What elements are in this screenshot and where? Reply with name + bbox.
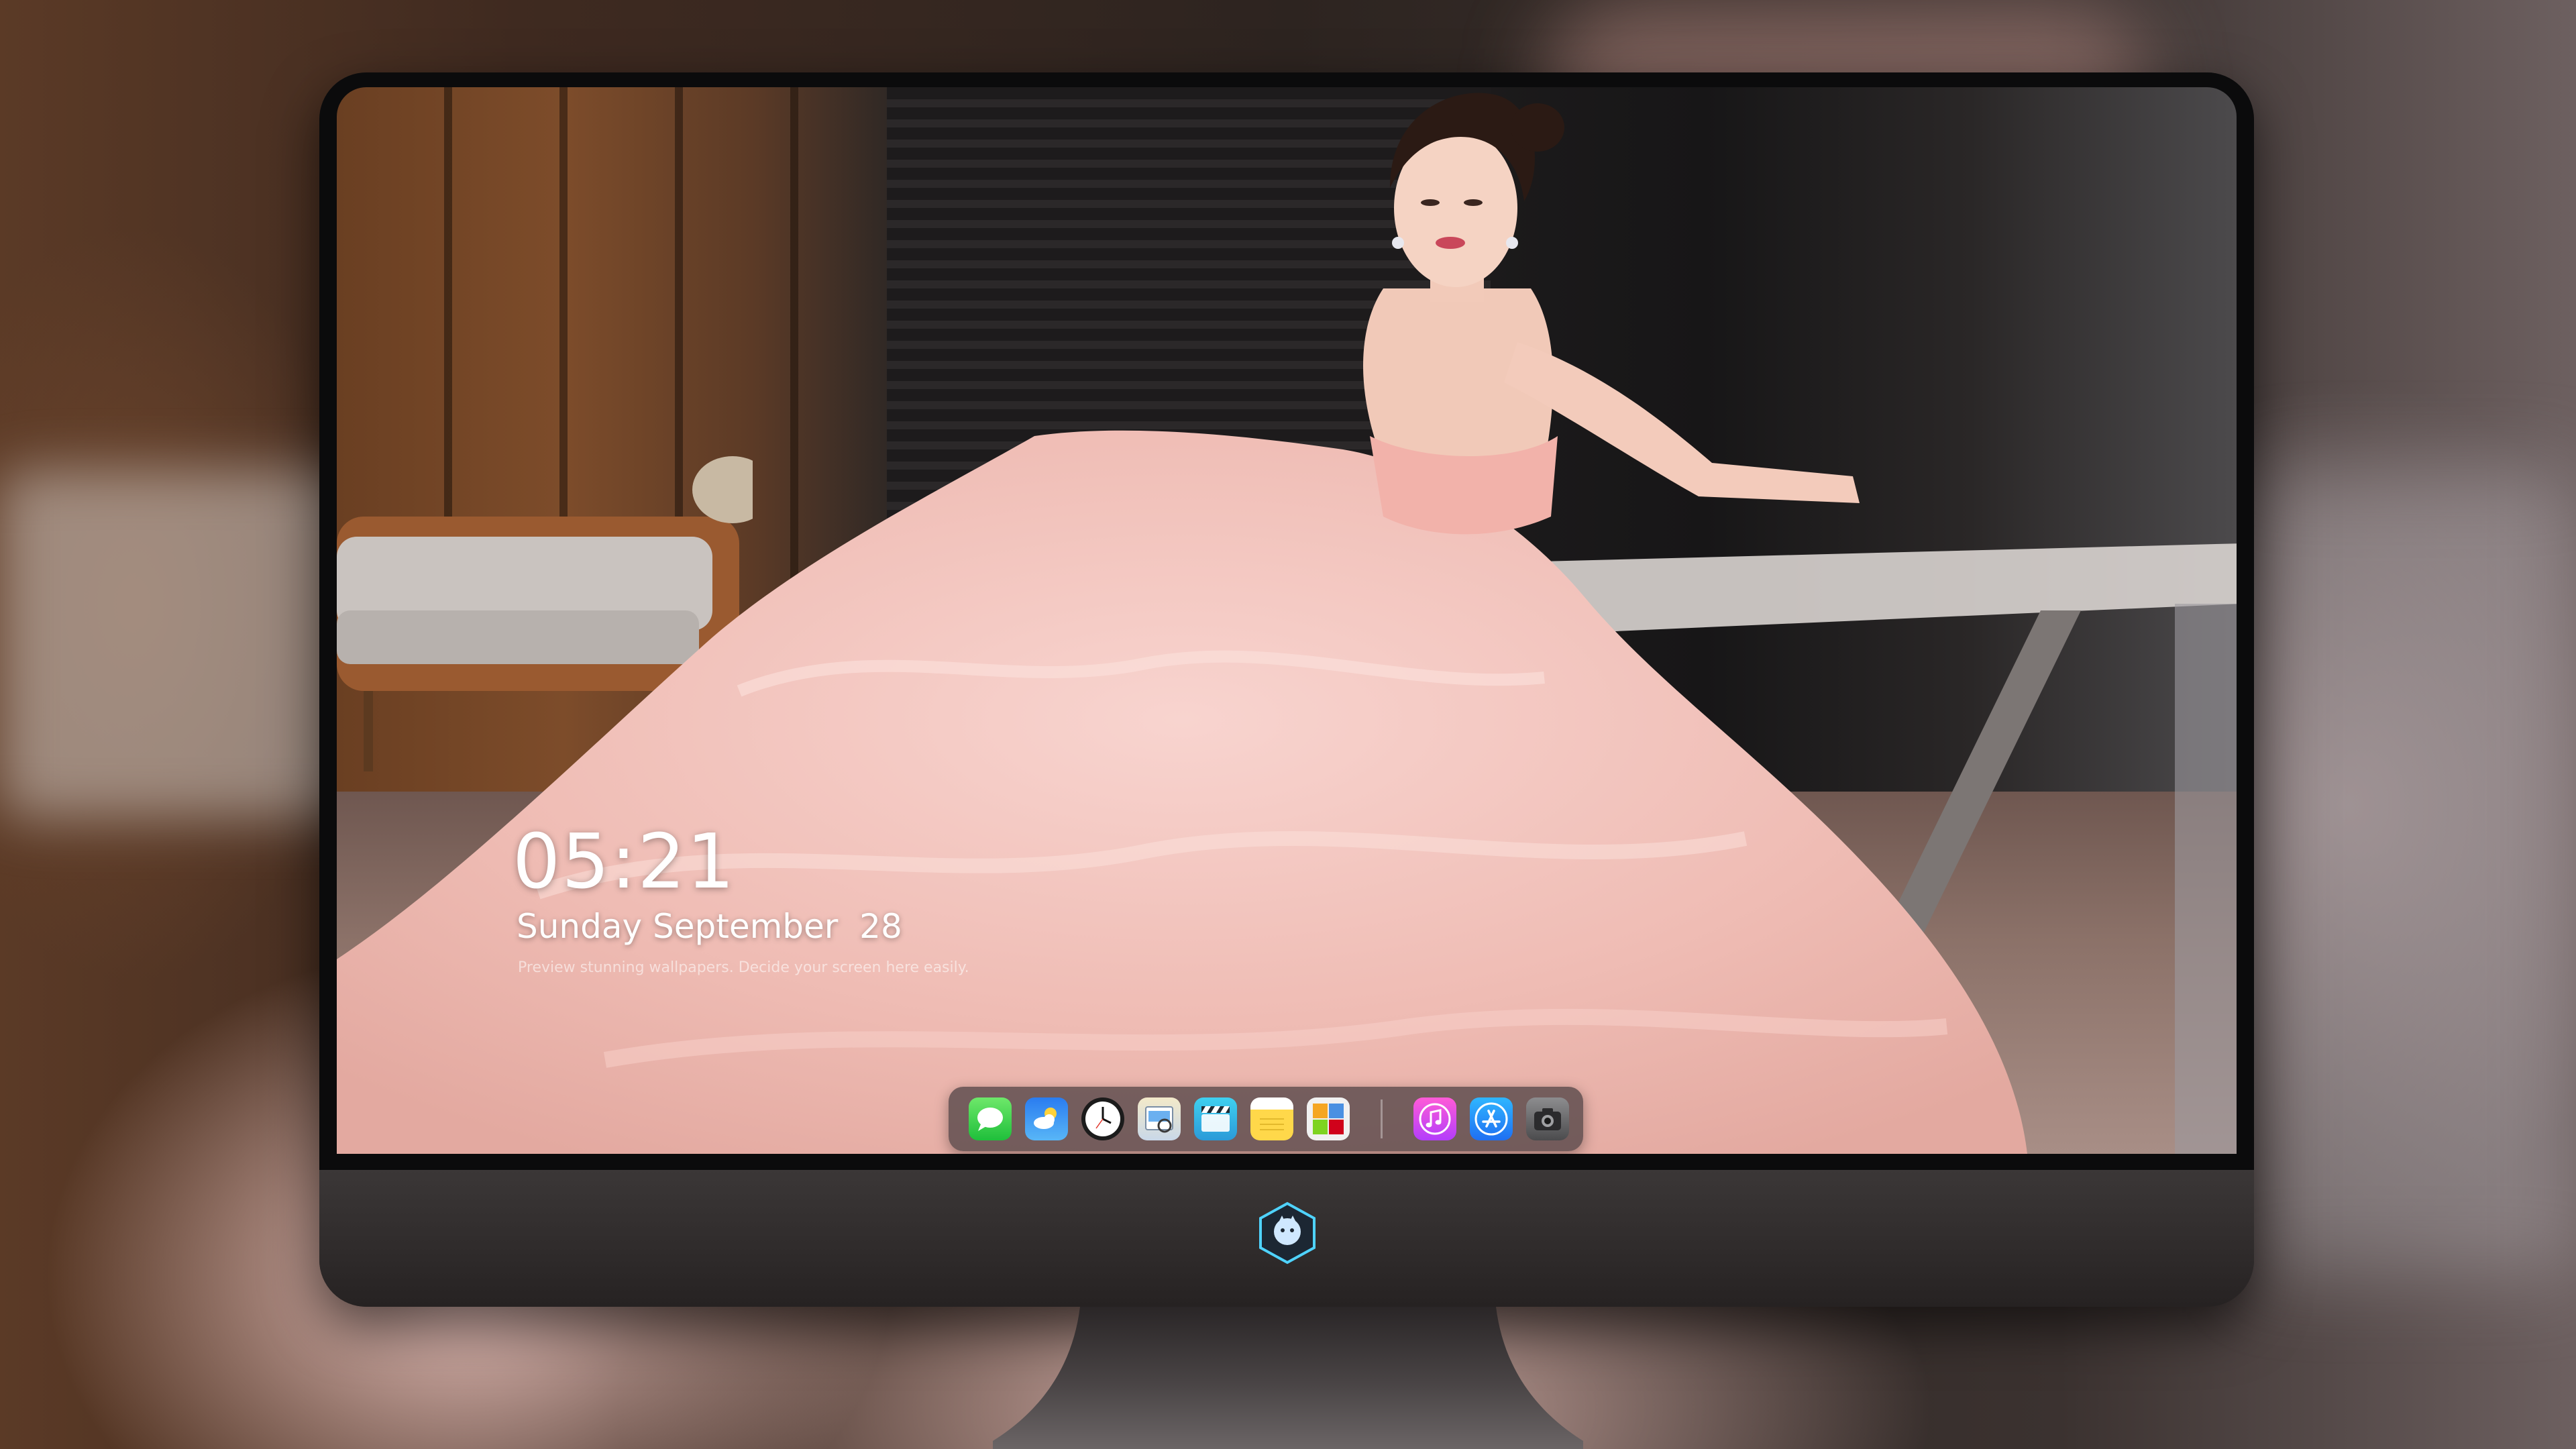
music-note-icon xyxy=(1419,1103,1451,1135)
dock-app-preview[interactable] xyxy=(1138,1097,1181,1140)
lock-screen-time: 05:21 xyxy=(513,818,736,906)
photo-grid-icon xyxy=(1313,1104,1344,1134)
background-blur-shape xyxy=(2254,470,2576,1275)
dock-app-app-store[interactable] xyxy=(1470,1097,1513,1140)
dock-app-notes[interactable] xyxy=(1250,1097,1293,1140)
wallpaper-preview-caption: Preview stunning wallpapers. Decide your… xyxy=(518,959,969,976)
dock-app-camera[interactable] xyxy=(1526,1097,1569,1140)
clapperboard-icon xyxy=(1201,1106,1230,1132)
brand-logo-icon xyxy=(1259,1201,1316,1265)
clock-icon xyxy=(1085,1102,1120,1136)
dock-app-messages[interactable] xyxy=(969,1097,1012,1140)
dock-app-photos[interactable] xyxy=(1307,1097,1350,1140)
monitor-stand xyxy=(993,1307,1583,1449)
dock xyxy=(949,1087,1583,1151)
message-bubble-icon xyxy=(977,1108,1003,1131)
dock-app-weather[interactable] xyxy=(1025,1097,1068,1140)
camera-icon xyxy=(1534,1108,1561,1130)
dock-app-music[interactable] xyxy=(1413,1097,1456,1140)
screen-bezel: 05:21 Sunday September 28 Preview stunni… xyxy=(319,72,2254,1170)
lock-screen[interactable]: 05:21 Sunday September 28 Preview stunni… xyxy=(337,87,2237,1154)
lock-screen-date: Sunday September 28 xyxy=(517,907,902,946)
notepad-icon xyxy=(1260,1118,1284,1130)
app-store-icon xyxy=(1474,1102,1508,1136)
dock-app-clips[interactable] xyxy=(1194,1097,1237,1140)
cloud-sun-icon xyxy=(1034,1108,1057,1129)
imac-monitor: 05:21 Sunday September 28 Preview stunni… xyxy=(319,72,2254,1307)
preview-icon xyxy=(1145,1106,1173,1133)
wallpaper-woman-in-pink-gown xyxy=(337,93,2027,1154)
dock-app-clock[interactable] xyxy=(1081,1097,1124,1140)
dock-separator xyxy=(1381,1099,1383,1138)
